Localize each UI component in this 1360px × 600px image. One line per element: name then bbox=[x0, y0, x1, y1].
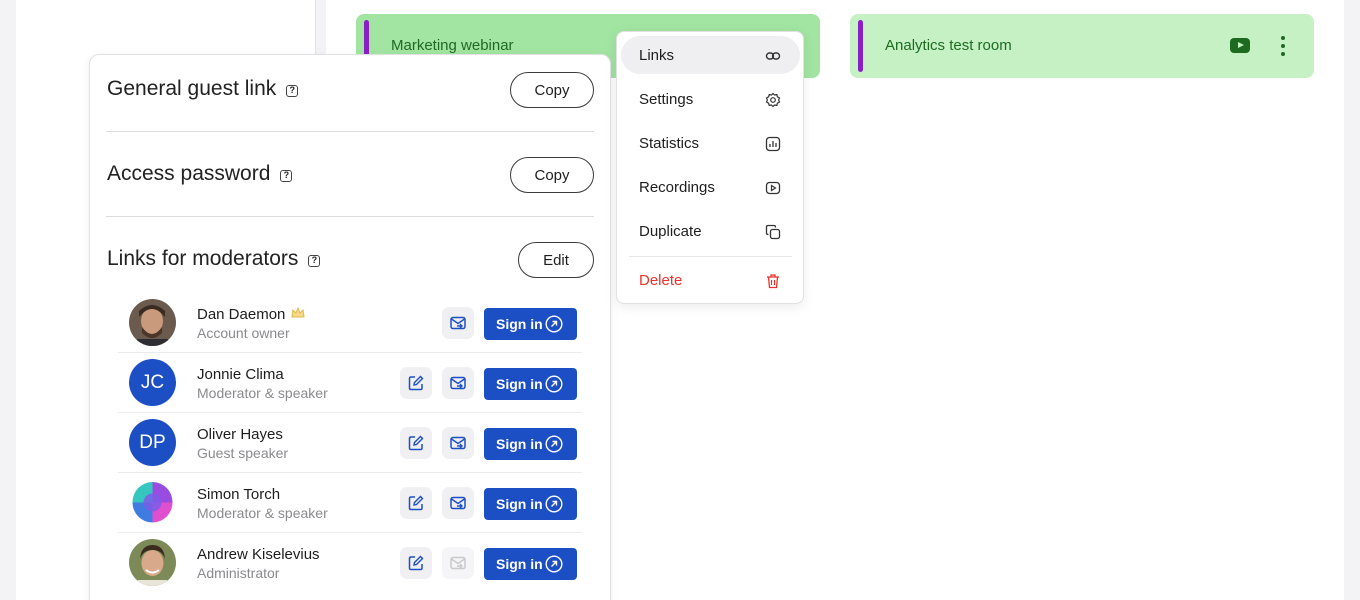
moderator-row: Dan Daemon Account owner Sign in bbox=[118, 293, 582, 353]
send-invite-button[interactable] bbox=[442, 367, 474, 399]
access-password-title: Access password? bbox=[107, 162, 293, 186]
room-name: Analytics test room bbox=[885, 37, 1012, 54]
moderator-name: Jonnie Clima bbox=[197, 366, 284, 383]
mail-send-icon bbox=[450, 316, 466, 330]
mail-send-icon bbox=[450, 376, 466, 390]
moderator-role: Moderator & speaker bbox=[197, 505, 328, 521]
menu-item-recordings[interactable]: Recordings bbox=[621, 168, 800, 206]
sign-in-button[interactable]: Sign in bbox=[484, 488, 577, 520]
recordings-icon bbox=[765, 181, 781, 195]
divider bbox=[106, 131, 594, 132]
avatar bbox=[129, 479, 176, 526]
mail-send-icon bbox=[450, 556, 466, 570]
edit-link-button[interactable] bbox=[400, 427, 432, 459]
sign-in-button[interactable]: Sign in bbox=[484, 308, 577, 340]
moderator-name: Oliver Hayes bbox=[197, 426, 283, 443]
copy-password-button[interactable]: Copy bbox=[510, 157, 594, 193]
links-for-moderators-title: Links for moderators? bbox=[107, 247, 321, 271]
menu-item-statistics[interactable]: Statistics bbox=[621, 124, 800, 162]
arrow-up-right-icon bbox=[545, 435, 563, 453]
menu-divider bbox=[629, 256, 792, 257]
gear-icon bbox=[765, 92, 781, 108]
avatar bbox=[129, 539, 176, 586]
copy-guest-link-button[interactable]: Copy bbox=[510, 72, 594, 108]
room-context-menu: Links Settings Statistics Recordings Dup… bbox=[616, 31, 804, 304]
arrow-up-right-icon bbox=[545, 375, 563, 393]
edit-link-button[interactable] bbox=[400, 367, 432, 399]
help-icon[interactable]: ? bbox=[280, 170, 293, 182]
moderator-row: DP Oliver Hayes Guest speaker Sign in bbox=[118, 413, 582, 473]
edit-icon bbox=[408, 375, 424, 391]
mail-send-icon bbox=[450, 496, 466, 510]
moderator-name: Simon Torch bbox=[197, 486, 281, 503]
moderator-role: Administrator bbox=[197, 565, 280, 581]
link-icon bbox=[765, 52, 781, 60]
send-invite-button[interactable] bbox=[442, 307, 474, 339]
moderator-row: Simon Torch Moderator & speaker Sign in bbox=[118, 473, 582, 533]
sign-in-button[interactable]: Sign in bbox=[484, 548, 577, 580]
help-icon[interactable]: ? bbox=[286, 85, 299, 97]
room-card-analytics-test-room[interactable]: Analytics test room bbox=[850, 14, 1314, 78]
sign-in-button[interactable]: Sign in bbox=[484, 428, 577, 460]
trash-icon bbox=[767, 274, 779, 289]
send-invite-button[interactable] bbox=[442, 427, 474, 459]
moderator-name: Andrew Kiselevius bbox=[197, 546, 320, 563]
links-panel: General guest link? Copy Access password… bbox=[89, 54, 611, 600]
divider bbox=[106, 216, 594, 217]
more-options-icon[interactable] bbox=[1275, 34, 1291, 58]
menu-item-settings[interactable]: Settings bbox=[621, 80, 800, 118]
statistics-icon bbox=[765, 136, 781, 152]
send-invite-button-disabled bbox=[442, 547, 474, 579]
edit-link-button[interactable] bbox=[400, 547, 432, 579]
edit-moderators-button[interactable]: Edit bbox=[518, 242, 594, 278]
youtube-icon bbox=[1230, 38, 1250, 53]
moderator-role: Account owner bbox=[197, 325, 290, 341]
avatar: DP bbox=[129, 419, 176, 466]
moderator-name: Dan Daemon bbox=[197, 306, 305, 323]
arrow-up-right-icon bbox=[545, 495, 563, 513]
crown-icon bbox=[291, 307, 305, 318]
duplicate-icon bbox=[765, 224, 781, 240]
menu-item-duplicate[interactable]: Duplicate bbox=[621, 212, 800, 250]
moderator-row: JC Jonnie Clima Moderator & speaker Sign… bbox=[118, 353, 582, 413]
moderator-role: Guest speaker bbox=[197, 445, 289, 461]
moderator-row: Andrew Kiselevius Administrator Sign in bbox=[118, 533, 582, 593]
edit-icon bbox=[408, 435, 424, 451]
edit-icon bbox=[408, 495, 424, 511]
arrow-up-right-icon bbox=[545, 315, 563, 333]
moderator-role: Moderator & speaker bbox=[197, 385, 328, 401]
send-invite-button[interactable] bbox=[442, 487, 474, 519]
menu-item-links[interactable]: Links bbox=[621, 36, 800, 74]
room-color-bar bbox=[858, 20, 863, 72]
edit-icon bbox=[408, 555, 424, 571]
avatar: JC bbox=[129, 359, 176, 406]
sign-in-button[interactable]: Sign in bbox=[484, 368, 577, 400]
general-guest-link-title: General guest link? bbox=[107, 77, 299, 101]
arrow-up-right-icon bbox=[545, 555, 563, 573]
avatar bbox=[129, 299, 176, 346]
help-icon[interactable]: ? bbox=[308, 255, 321, 267]
edit-link-button[interactable] bbox=[400, 487, 432, 519]
mail-send-icon bbox=[450, 436, 466, 450]
menu-item-delete[interactable]: Delete bbox=[621, 261, 800, 299]
